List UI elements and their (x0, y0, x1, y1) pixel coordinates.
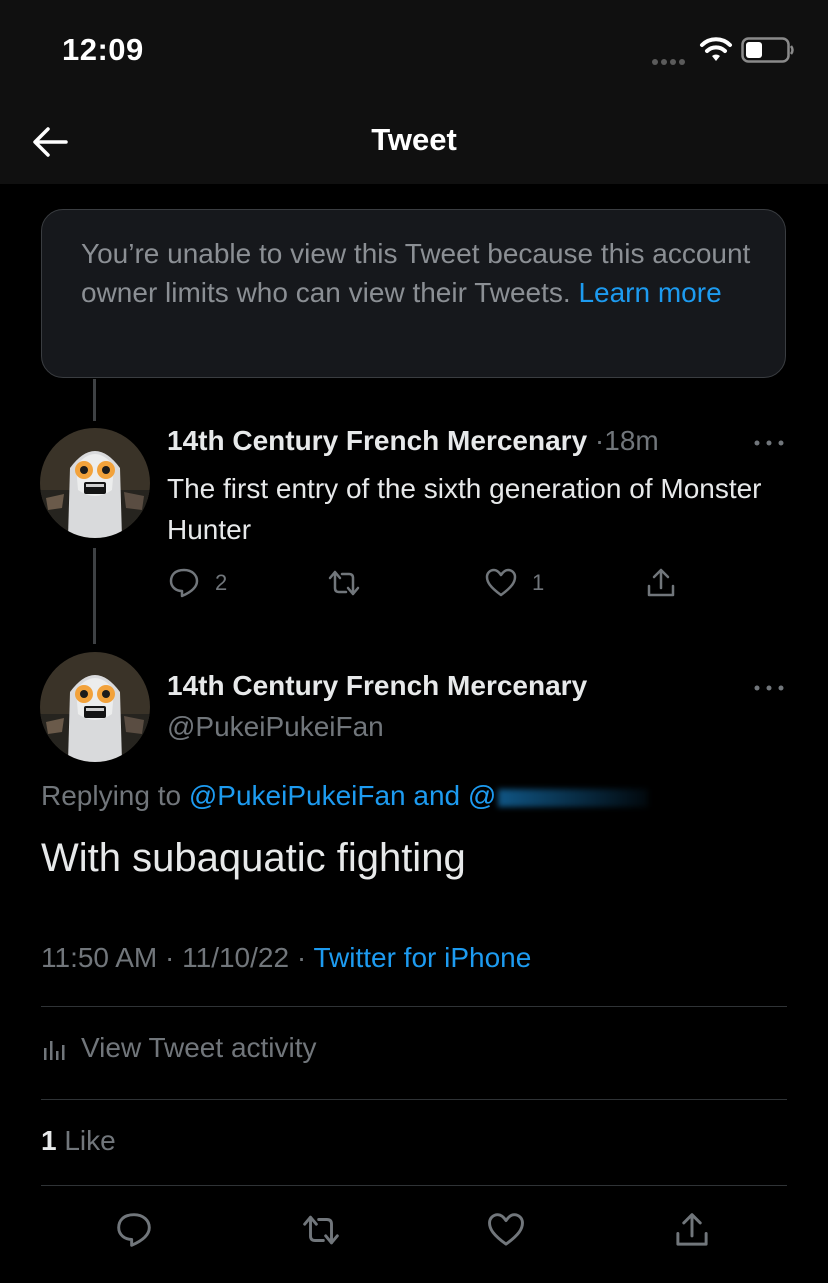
wifi-icon (700, 37, 732, 61)
learn-more-link[interactable]: Learn more (578, 277, 721, 308)
like-label: Like (64, 1125, 116, 1156)
share-button[interactable] (644, 566, 678, 600)
like-count: 1 (532, 570, 545, 595)
view-tweet-activity-button[interactable]: View Tweet activity (41, 1032, 317, 1064)
heart-icon (485, 568, 517, 597)
reply-icon (117, 1213, 151, 1247)
redacted-handle (498, 788, 649, 807)
author-handle[interactable]: @PukeiPukeiFan (167, 711, 384, 743)
replying-to-link[interactable]: @PukeiPukeiFan and @ (189, 780, 496, 811)
tweet-text: With subaquatic fighting (41, 836, 466, 880)
nav-bar: Tweet (0, 100, 828, 184)
tweet-text: The first entry of the sixth generation … (167, 473, 762, 545)
divider (41, 1099, 787, 1100)
unavailable-tweet-card: You’re unable to view this Tweet because… (41, 209, 786, 378)
separator-dot: · (296, 942, 307, 973)
more-options-icon[interactable] (751, 683, 787, 693)
battery-icon (741, 37, 794, 63)
reply-button[interactable]: 2 (167, 566, 227, 600)
like-button[interactable]: 1 (484, 566, 544, 600)
retweet-icon (328, 570, 360, 596)
tweet-source-link[interactable]: Twitter for iPhone (313, 942, 531, 973)
share-icon (647, 568, 675, 597)
separator-dot: · (594, 425, 605, 456)
thread-connector (93, 548, 96, 644)
author-name[interactable]: 14th Century French Mercenary (167, 425, 587, 456)
status-time: 12:09 (62, 32, 144, 67)
avatar[interactable] (40, 652, 150, 762)
retweet-button[interactable] (326, 566, 362, 600)
thread-connector (93, 379, 96, 421)
replying-to-line: Replying to @PukeiPukeiFan and @ (41, 780, 649, 812)
retweet-button[interactable] (300, 1210, 342, 1250)
cellular-signal-icon (652, 52, 688, 70)
avatar[interactable] (40, 428, 150, 538)
share-button[interactable] (672, 1210, 712, 1250)
divider (41, 1185, 787, 1186)
analytics-icon (44, 1041, 65, 1060)
reply-button[interactable] (114, 1210, 154, 1250)
divider (41, 1006, 787, 1007)
status-bar: 12:09 (0, 0, 828, 100)
tweet-date: 11/10/22 (182, 942, 290, 973)
tweet-time: 11:50 AM (41, 942, 158, 973)
like-total: 1 (41, 1125, 57, 1156)
activity-label: View Tweet activity (81, 1032, 317, 1063)
unavailable-message: You’re unable to view this Tweet because… (81, 234, 751, 312)
like-button[interactable] (486, 1210, 526, 1250)
retweet-icon (303, 1215, 339, 1245)
reply-icon (169, 568, 199, 598)
likes-summary[interactable]: 1 Like (41, 1125, 116, 1157)
tweet-timestamp: 11:50 AM · 11/10/22 · Twitter for iPhone (41, 942, 531, 974)
separator-dot: · (165, 942, 175, 973)
tweet-author-line: 14th Century French Mercenary ·18m (167, 425, 659, 457)
author-name[interactable]: 14th Century French Mercenary (167, 670, 587, 702)
reply-count: 2 (215, 570, 228, 595)
share-icon (676, 1213, 708, 1246)
more-options-icon[interactable] (751, 438, 787, 448)
heart-icon (488, 1213, 524, 1246)
page-title: Tweet (371, 122, 457, 157)
replying-label: Replying to (41, 780, 182, 811)
tweet-time[interactable]: 18m (604, 425, 658, 456)
